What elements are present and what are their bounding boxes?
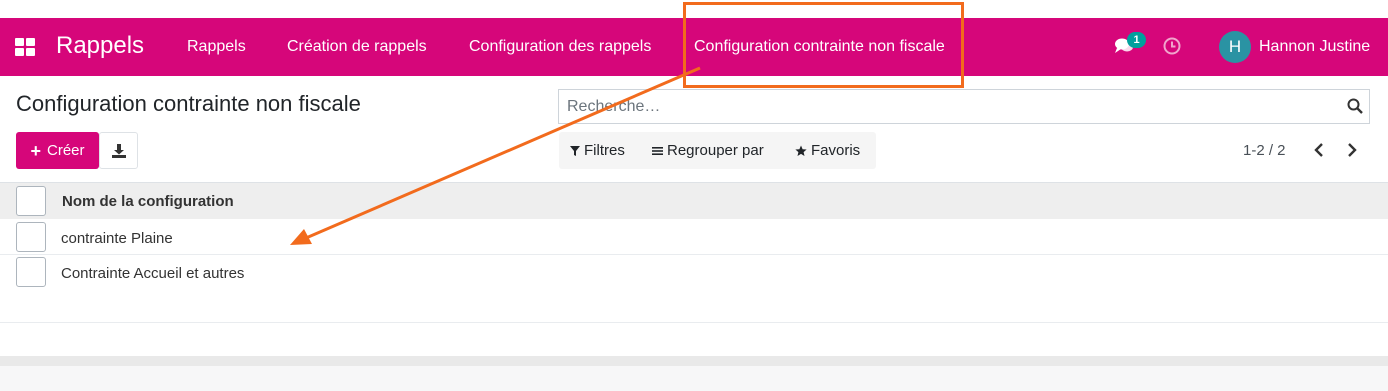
group-by-button[interactable]: Regrouper par — [652, 142, 764, 159]
row-checkbox[interactable] — [16, 257, 46, 287]
top-navbar: Rappels Rappels Création de rappels Conf… — [0, 18, 1388, 76]
row-name-cell[interactable]: contrainte Plaine — [61, 230, 173, 247]
pager-previous-button[interactable] — [1309, 140, 1329, 160]
filter-icon — [570, 145, 580, 156]
clock-icon[interactable] — [1163, 37, 1181, 55]
app-name[interactable]: Rappels — [56, 32, 144, 60]
search-bar — [558, 89, 1370, 124]
empty-row — [0, 289, 1388, 323]
footer-background — [0, 366, 1388, 391]
avatar[interactable]: H — [1219, 31, 1251, 63]
create-button-label: Créer — [47, 142, 85, 159]
filter-bar: Filtres Regrouper par Favoris — [559, 132, 876, 169]
apps-icon[interactable] — [15, 38, 35, 56]
star-icon — [795, 145, 807, 156]
plus-icon: + — [30, 140, 41, 161]
table-row[interactable]: contrainte Plaine — [0, 220, 1388, 255]
create-button[interactable]: + Créer — [16, 132, 99, 169]
download-button[interactable] — [99, 132, 138, 169]
favorites-button[interactable]: Favoris — [795, 142, 860, 159]
pager-value[interactable]: 1-2 / 2 — [1243, 142, 1286, 159]
list-icon — [652, 146, 663, 155]
search-icon[interactable] — [1347, 98, 1363, 114]
search-input[interactable] — [567, 98, 1327, 116]
messages-badge: 1 — [1127, 32, 1146, 48]
filters-label: Filtres — [584, 142, 625, 159]
top-strip — [0, 0, 1388, 18]
page-title: Configuration contrainte non fiscale — [16, 91, 361, 116]
empty-row — [0, 323, 1388, 357]
menu-item-configuration-contrainte[interactable]: Configuration contrainte non fiscale — [694, 38, 945, 56]
group-by-label: Regrouper par — [667, 142, 764, 159]
column-header-name[interactable]: Nom de la configuration — [62, 193, 234, 210]
footer-band — [0, 356, 1388, 366]
menu-item-creation-rappels[interactable]: Création de rappels — [287, 38, 427, 56]
user-name[interactable]: Hannon Justine — [1259, 38, 1370, 56]
menu-item-rappels[interactable]: Rappels — [187, 38, 246, 56]
row-checkbox[interactable] — [16, 222, 46, 252]
chevron-right-icon — [1348, 143, 1357, 157]
table-header: Nom de la configuration — [0, 182, 1388, 219]
pager-next-button[interactable] — [1342, 140, 1362, 160]
menu-item-configuration-rappels[interactable]: Configuration des rappels — [469, 38, 651, 56]
select-all-checkbox[interactable] — [16, 186, 46, 216]
filters-button[interactable]: Filtres — [570, 142, 625, 159]
download-icon — [111, 143, 126, 158]
chevron-left-icon — [1314, 143, 1323, 157]
table-row[interactable]: Contrainte Accueil et autres — [0, 255, 1388, 290]
row-name-cell[interactable]: Contrainte Accueil et autres — [61, 265, 244, 282]
favorites-label: Favoris — [811, 142, 861, 159]
